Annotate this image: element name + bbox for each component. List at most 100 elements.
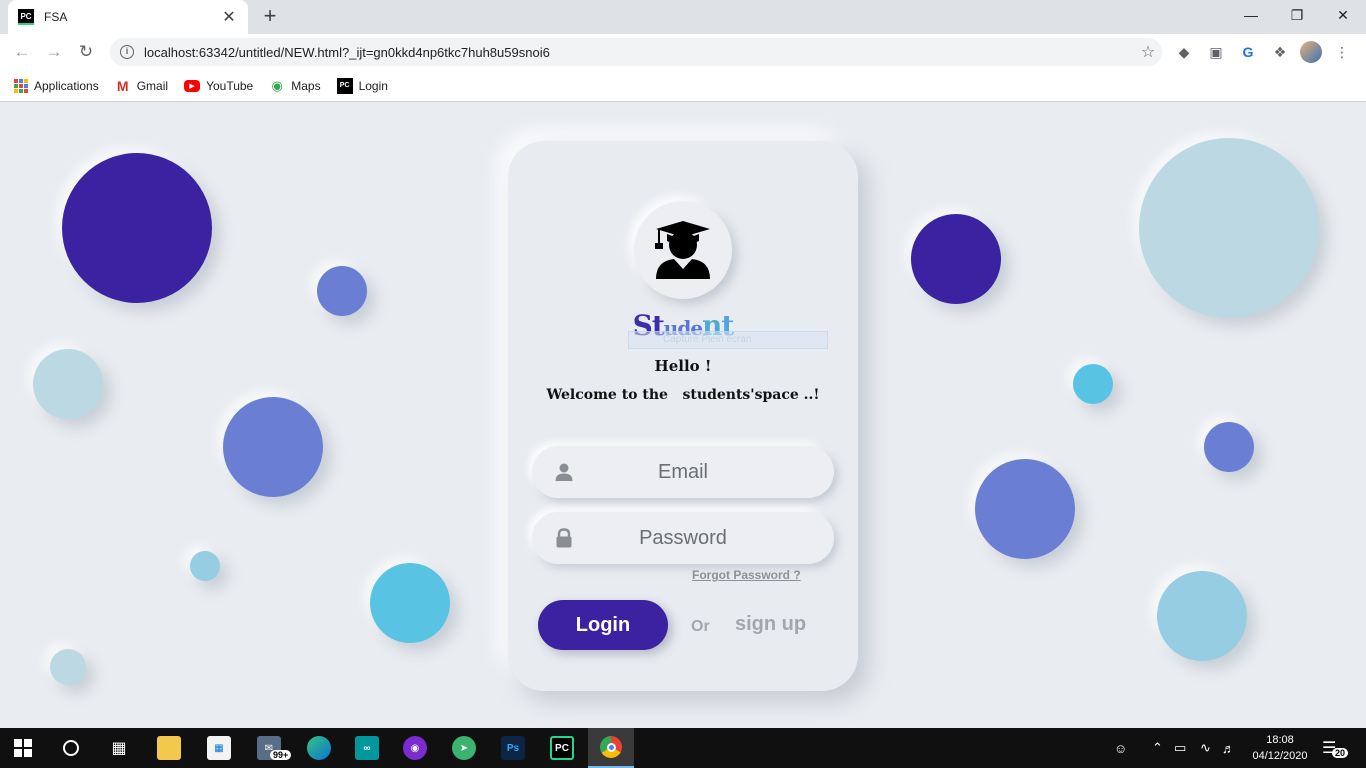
bookmark-applications[interactable]: Applications	[14, 78, 99, 93]
decorative-bubble	[50, 649, 86, 685]
decorative-bubble	[975, 459, 1075, 559]
forgot-password-link[interactable]: Forgot Password ?	[692, 568, 801, 582]
chevron-up-icon[interactable]: ⌃	[1152, 728, 1163, 768]
bookmark-login[interactable]: PC Login	[336, 77, 388, 94]
puzzle-icon[interactable]: ❖	[1268, 40, 1292, 64]
bookmark-label: Maps	[291, 78, 321, 93]
battery-icon[interactable]: ▭	[1174, 728, 1186, 768]
info-icon[interactable]: i	[120, 45, 134, 59]
grammarly-icon[interactable]: G	[1236, 40, 1260, 64]
tab-strip: PC FSA ✕ + — ❐ ✕	[0, 0, 1366, 34]
browser-toolbar: ← → ↻ i localhost:63342/untitled/NEW.htm…	[0, 34, 1366, 70]
photoshop-icon: Ps	[501, 736, 525, 760]
menu-kebab-icon[interactable]: ⋮	[1330, 40, 1354, 64]
graduate-icon	[655, 221, 710, 279]
task-view-icon: ▦	[111, 740, 127, 757]
youtube-icon: ▶	[184, 79, 201, 92]
password-field[interactable]: Password	[532, 512, 834, 564]
clock-date: 04/12/2020	[1252, 750, 1308, 762]
email-placeholder: Email	[657, 460, 708, 483]
decorative-bubble	[1139, 138, 1319, 318]
taskbar-clock[interactable]: 18:08 04/12/2020	[1246, 732, 1314, 764]
gmail-icon: M	[116, 77, 129, 94]
taskbar-photoshop[interactable]: Ps	[490, 728, 536, 768]
window-controls: — ❐ ✕	[1228, 0, 1366, 30]
decorative-bubble	[370, 563, 450, 643]
taskbar-pycharm[interactable]: PC	[539, 728, 585, 768]
bookmark-star-icon[interactable]: ☆	[1134, 42, 1162, 62]
taskbar-file-explorer[interactable]	[146, 728, 192, 768]
wifi-icon[interactable]: ∿	[1200, 728, 1211, 768]
clock-time: 18:08	[1266, 734, 1294, 746]
app-purple-icon: ◉	[403, 736, 427, 760]
taskbar-mail[interactable]: ✉ 99+	[246, 728, 292, 768]
maps-icon: ◉	[271, 77, 283, 93]
welcome-text: Welcome to the students'space ..!	[546, 387, 820, 403]
greeting-heading: Hello !	[654, 357, 712, 375]
screenshot-extension-icon[interactable]: ▣	[1204, 40, 1228, 64]
restore-button[interactable]: ❐	[1274, 0, 1320, 30]
taskbar-store[interactable]: ▦	[196, 728, 242, 768]
apps-grid-icon	[14, 78, 28, 93]
search-button[interactable]	[48, 728, 94, 768]
decorative-bubble	[317, 266, 367, 316]
bookmark-gmail[interactable]: M Gmail	[115, 78, 168, 94]
decorative-bubble	[190, 551, 220, 581]
page-viewport: Student Capture Plein écran Hello ! Welc…	[0, 103, 1366, 728]
signup-link[interactable]: sign up	[735, 613, 806, 636]
taskbar-edge[interactable]	[296, 728, 342, 768]
forward-icon[interactable]: →	[42, 40, 66, 64]
bookmark-label: YouTube	[206, 78, 254, 93]
volume-icon[interactable]: ♬	[1222, 728, 1235, 768]
decorative-bubble	[1073, 364, 1113, 404]
people-icon[interactable]: ☺	[1114, 728, 1127, 768]
notification-count: 20	[1332, 748, 1349, 758]
taskbar-app-purple[interactable]: ◉	[392, 728, 438, 768]
task-view-button[interactable]: ▦	[96, 728, 142, 768]
decorative-bubble	[1204, 422, 1254, 472]
cortana-icon	[63, 740, 79, 756]
extensions-area: ◆ ▣ G ❖ ⋮	[1172, 40, 1354, 64]
minimize-button[interactable]: —	[1228, 0, 1274, 30]
browser-tab[interactable]: PC FSA ✕	[8, 0, 248, 34]
taskbar-arduino[interactable]: ∞	[344, 728, 390, 768]
login-button[interactable]: Login	[538, 600, 668, 650]
decorative-bubble	[223, 397, 323, 497]
bookmark-youtube[interactable]: ▶ YouTube	[184, 79, 253, 93]
folder-icon	[157, 736, 181, 760]
start-button[interactable]	[0, 728, 46, 768]
edge-icon	[307, 736, 331, 760]
telegram-icon: ➤	[452, 736, 476, 760]
decorative-bubble	[33, 349, 103, 419]
profile-avatar[interactable]	[1300, 41, 1322, 63]
lock-icon	[556, 528, 572, 548]
pycharm-icon: PC	[550, 736, 574, 760]
taskbar-telegram[interactable]: ➤	[441, 728, 487, 768]
taskbar-chrome[interactable]	[588, 728, 634, 768]
windows-taskbar: ▦ ▦ ✉ 99+ ∞ ◉ ➤ Ps PC ☺ ⌃ ▭ ∿ ♬ 18:08 04…	[0, 728, 1366, 768]
avatar	[634, 201, 732, 299]
decorative-bubble	[1157, 571, 1247, 661]
mail-badge: 99+	[270, 750, 292, 760]
tab-title: FSA	[44, 10, 68, 24]
back-icon[interactable]: ←	[10, 40, 34, 64]
user-icon	[555, 463, 573, 481]
url-text[interactable]: localhost:63342/untitled/NEW.html?_ijt=g…	[144, 45, 1134, 60]
decorative-bubble	[911, 214, 1001, 304]
password-placeholder: Password	[639, 526, 727, 549]
reload-icon[interactable]: ↻	[74, 40, 98, 64]
bookmarks-bar: Applications M Gmail ▶ YouTube ◉ Maps PC…	[0, 70, 1366, 102]
capture-overlay: Capture Plein écran	[628, 331, 828, 349]
address-bar[interactable]: i localhost:63342/untitled/NEW.html?_ijt…	[110, 38, 1162, 66]
decorative-bubble	[62, 153, 212, 303]
close-window-button[interactable]: ✕	[1320, 0, 1366, 30]
email-field[interactable]: Email	[532, 446, 834, 498]
close-icon[interactable]: ✕	[220, 7, 238, 27]
bookmark-label: Applications	[34, 78, 99, 93]
bookmark-maps[interactable]: ◉ Maps	[269, 77, 321, 94]
login-card: Student Capture Plein écran Hello ! Welc…	[508, 141, 858, 691]
new-tab-button[interactable]: +	[258, 5, 282, 29]
pycharm-icon: PC	[336, 77, 353, 94]
bookmark-label: Login	[358, 78, 388, 93]
extension-icon[interactable]: ◆	[1172, 40, 1196, 64]
